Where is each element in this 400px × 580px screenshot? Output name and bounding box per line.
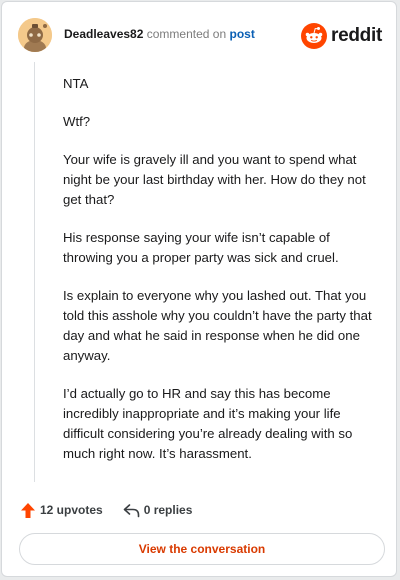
comment-paragraph: Wtf? xyxy=(63,114,91,129)
username[interactable]: Deadleaves82 xyxy=(64,27,143,41)
comment-paragraph: Is explain to everyone why you lashed ou… xyxy=(63,288,372,363)
comment-byline: Deadleaves82 commented on post xyxy=(64,27,255,41)
reply-arrow-icon xyxy=(123,503,140,517)
view-conversation-button[interactable]: View the conversation xyxy=(19,533,385,565)
comment-actions: 12 upvotes 0 replies xyxy=(20,499,192,521)
avatar-image xyxy=(18,18,52,52)
comment-paragraph: His response saying your wife isn’t capa… xyxy=(63,230,339,265)
thread-line xyxy=(34,62,35,482)
comment-paragraph: Your wife is gravely ill and you want to… xyxy=(63,152,366,207)
commented-on-text: commented on xyxy=(146,27,227,41)
comment-body: NTA Wtf? Your wife is gravely ill and yo… xyxy=(63,74,383,482)
upvote-count: 12 upvotes xyxy=(40,503,103,517)
comment-card: Deadleaves82 commented on post reddit NT… xyxy=(1,1,397,577)
reply-count: 0 replies xyxy=(143,503,193,517)
reddit-logo[interactable]: reddit xyxy=(301,22,382,50)
post-link[interactable]: post xyxy=(229,27,254,41)
view-conversation-label: View the conversation xyxy=(138,542,266,556)
reddit-wordmark: reddit xyxy=(331,25,382,46)
comment-paragraph: NTA xyxy=(63,76,89,91)
reddit-snoo-icon xyxy=(301,23,328,49)
reply-button[interactable]: 0 replies xyxy=(123,503,193,518)
comment-header: Deadleaves82 commented on post reddit xyxy=(18,18,382,52)
avatar[interactable] xyxy=(18,18,52,52)
upvote-button[interactable]: 12 upvotes xyxy=(20,502,103,519)
upvote-arrow-icon xyxy=(21,502,35,518)
comment-paragraph: I’d actually go to HR and say this has b… xyxy=(63,386,353,461)
